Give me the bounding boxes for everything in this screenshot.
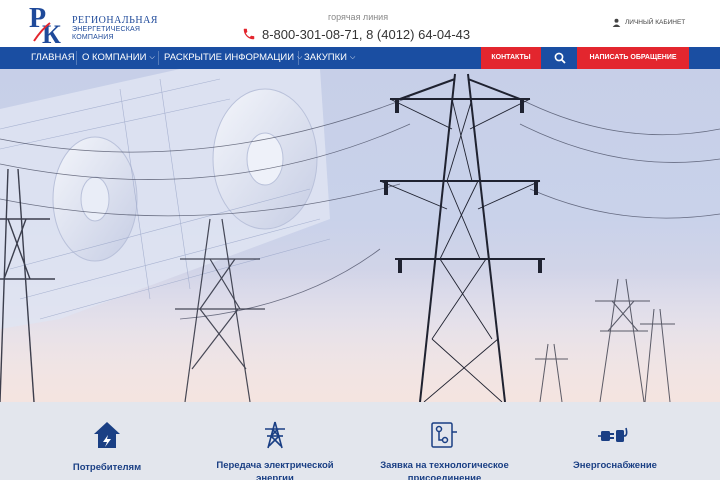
user-icon	[612, 18, 621, 27]
power-tower-icon	[265, 421, 285, 449]
connection-scheme-icon	[431, 422, 457, 448]
nav-divider	[76, 51, 77, 65]
nav-item-label: Раскрытие информации	[164, 52, 295, 63]
nav-divider	[158, 51, 159, 65]
phone-number: 8-800-301-08-71, 8 (4012) 64-04-43	[262, 26, 471, 42]
logo-mark-icon: Р К	[28, 3, 70, 45]
service-label: Потребителям	[72, 462, 142, 473]
service-energy-supply[interactable]: Энергоснабжение	[560, 402, 670, 480]
chevron-down-icon: ⌵	[149, 54, 155, 61]
cabinet-label: Личный кабинет	[625, 19, 686, 26]
logo-line-3: компания	[72, 34, 114, 41]
plug-icon	[598, 427, 628, 442]
service-label: Энергоснабжение	[573, 460, 657, 471]
chevron-down-icon: ⌵	[349, 54, 356, 61]
service-consumers[interactable]: Потребителям	[42, 402, 172, 480]
nav-item-about[interactable]: О компании ⌵	[82, 47, 155, 69]
write-request-button[interactable]: Написать обращение	[577, 47, 689, 69]
hero-banner	[0, 69, 720, 402]
hotline-label: горячая линия	[328, 12, 389, 22]
house-energy-icon	[94, 422, 120, 448]
nav-item-label: Закупки	[304, 52, 347, 63]
company-logo[interactable]: Р К Региональная энергетическая компания	[28, 3, 158, 45]
hotline-phone[interactable]: 8-800-301-08-71, 8 (4012) 64-04-43	[242, 26, 470, 42]
nav-item-disclosure[interactable]: Раскрытие информации ⌵	[164, 47, 302, 69]
svg-text:К: К	[42, 20, 61, 45]
nav-item-label: Главная	[31, 52, 75, 63]
logo-line-1: Региональная	[72, 15, 158, 26]
logo-line-2: энергетическая	[72, 26, 141, 33]
nav-item-procurement[interactable]: Закупки ⌵	[304, 47, 355, 69]
phone-icon	[243, 28, 255, 40]
service-label: Передача электрической энергии	[216, 460, 334, 480]
nav-item-label: О компании	[82, 52, 147, 63]
personal-cabinet-link[interactable]: Личный кабинет	[612, 18, 685, 27]
services-bar: Потребителям Передача электрической энер…	[0, 402, 720, 480]
search-icon	[554, 52, 566, 64]
logo-text: Региональная энергетическая компания	[72, 15, 158, 42]
hero-power-lines-image	[0, 69, 720, 402]
service-label: Заявка на технологическое присоединение	[380, 460, 509, 480]
nav-item-home[interactable]: Главная	[31, 47, 75, 69]
site-header: Р К Региональная энергетическая компания…	[0, 0, 720, 47]
main-nav: Главная О компании ⌵ Раскрытие информации…	[0, 47, 720, 69]
contacts-button[interactable]: Контакты	[481, 47, 541, 69]
search-button[interactable]	[544, 47, 575, 69]
nav-divider	[298, 51, 299, 65]
service-energy-transmission[interactable]: Передача электрической энергии	[205, 402, 345, 480]
service-tech-connection[interactable]: Заявка на технологическое присоединение	[372, 402, 517, 480]
